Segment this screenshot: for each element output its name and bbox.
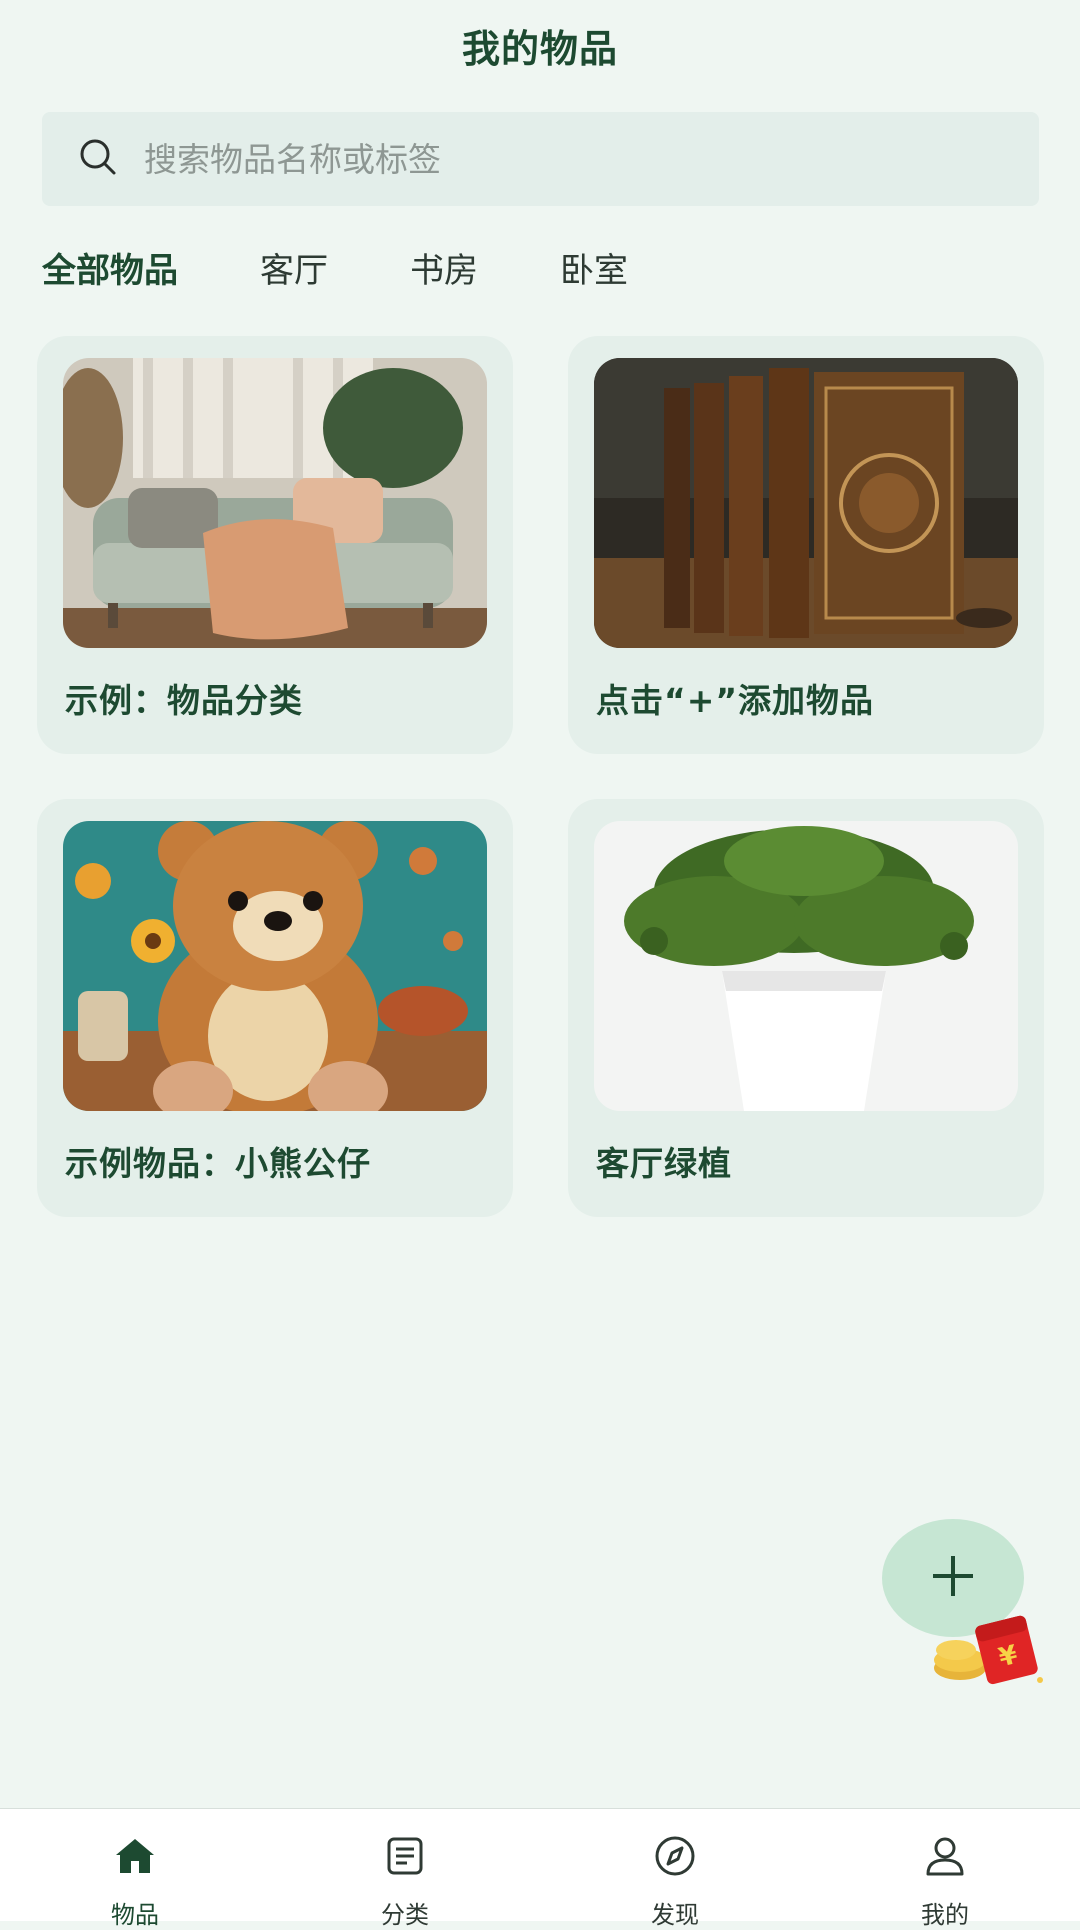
nav-label: 我的: [921, 1901, 969, 1929]
tab-study[interactable]: 书房: [410, 247, 478, 295]
plus-icon: [929, 1552, 977, 1604]
red-packet-icon[interactable]: ¥: [928, 1610, 1048, 1690]
compass-icon: [652, 1833, 698, 1885]
nav-label: 物品: [111, 1901, 159, 1929]
item-title: 示例物品：小熊公仔: [65, 1144, 371, 1183]
tab-living-room[interactable]: 客厅: [260, 247, 328, 295]
item-title: 示例：物品分类: [65, 681, 303, 720]
nav-profile[interactable]: 我的: [810, 1809, 1080, 1929]
teddy-bear-photo: [63, 821, 487, 1111]
item-card[interactable]: 客厅绿植: [568, 799, 1044, 1217]
bottom-nav: 物品 分类 发现 我的: [0, 1808, 1080, 1929]
tab-all[interactable]: 全部物品: [42, 247, 178, 295]
nav-discover[interactable]: 发现: [540, 1809, 810, 1929]
room-tabs: 全部物品 客厅 书房 卧室: [42, 247, 710, 295]
old-books-photo: [594, 358, 1018, 648]
tab-bedroom[interactable]: 卧室: [560, 247, 628, 295]
item-title: 客厅绿植: [596, 1144, 732, 1183]
nav-label: 分类: [381, 1901, 429, 1929]
nav-label: 发现: [651, 1901, 699, 1929]
item-card[interactable]: 示例：物品分类: [37, 336, 513, 754]
search-input[interactable]: [142, 138, 946, 180]
search-icon: [76, 135, 120, 183]
search-bar[interactable]: [42, 112, 1039, 206]
user-icon: [922, 1833, 968, 1885]
item-card[interactable]: 点击“+”添加物品: [568, 336, 1044, 754]
item-title: 点击“+”添加物品: [596, 681, 875, 720]
item-card[interactable]: 示例物品：小熊公仔: [37, 799, 513, 1217]
sofa-living-room-photo: [63, 358, 487, 648]
page-title: 我的物品: [461, 27, 618, 71]
potted-plant-photo: [594, 821, 1018, 1111]
nav-categories[interactable]: 分类: [270, 1809, 540, 1929]
list-icon: [382, 1833, 428, 1885]
home-icon: [112, 1833, 158, 1885]
nav-items[interactable]: 物品: [0, 1809, 270, 1929]
